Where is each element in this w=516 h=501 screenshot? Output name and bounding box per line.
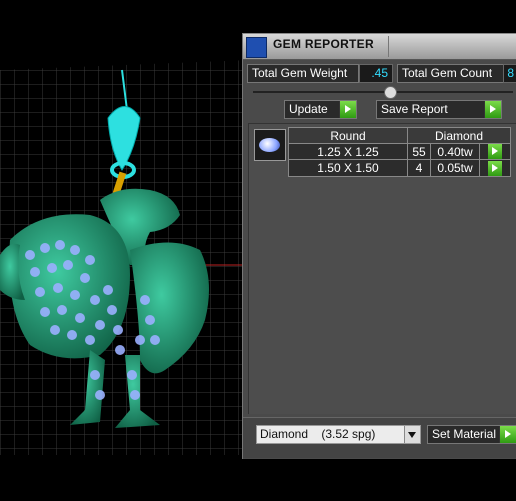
table-row[interactable]: 1.25 X 1.25 55 0.40tw	[288, 142, 511, 161]
play-arrow-icon	[339, 101, 356, 118]
gem-table: Round Diamond 1.25 X 1.25 55 0.40tw 1.50…	[288, 127, 511, 177]
update-button-label: Update	[289, 102, 328, 116]
chevron-down-icon[interactable]	[404, 426, 420, 443]
panel-title: GEM REPORTER	[273, 37, 374, 51]
row-select-cell[interactable]	[479, 142, 511, 161]
gem-table-header: Round Diamond	[288, 127, 511, 144]
total-gem-weight-value: .45	[359, 64, 393, 83]
row-select-cell[interactable]	[479, 159, 511, 177]
panel-splitter-handle[interactable]	[384, 86, 397, 99]
titlebar-divider	[388, 36, 389, 57]
gem-reporter-panel: GEM REPORTER Total Gem Weight .45 Total …	[242, 33, 516, 459]
play-arrow-icon[interactable]	[488, 144, 502, 160]
save-report-button[interactable]: Save Report	[376, 100, 502, 119]
total-gem-weight-label: Total Gem Weight	[247, 64, 359, 83]
gem-weight: 0.05tw	[430, 159, 480, 177]
panel-splitter-track	[253, 91, 513, 93]
gem-size: 1.25 X 1.25	[288, 142, 408, 161]
header-shape: Round	[288, 127, 408, 144]
gem-count: 55	[407, 142, 431, 161]
play-arrow-icon	[499, 426, 516, 443]
total-gem-count-value: 8	[503, 64, 516, 83]
set-material-button[interactable]: Set Material	[427, 425, 516, 444]
set-material-button-label: Set Material	[432, 427, 497, 441]
round-diamond-icon[interactable]	[254, 129, 286, 161]
stats-row: Total Gem Weight .45 Total Gem Count 8	[247, 64, 516, 84]
gem-reporter-icon	[246, 37, 267, 58]
update-button[interactable]: Update	[284, 100, 357, 119]
table-row[interactable]: 1.50 X 1.50 4 0.05tw	[288, 159, 511, 177]
total-gem-count-label: Total Gem Count	[397, 64, 504, 83]
panel-titlebar[interactable]: GEM REPORTER	[243, 34, 516, 60]
material-select-value: Diamond (3.52 spg)	[260, 427, 376, 441]
play-arrow-icon[interactable]	[488, 160, 502, 176]
material-select[interactable]: Diamond (3.52 spg)	[256, 425, 421, 444]
save-report-button-label: Save Report	[381, 102, 448, 116]
gem-count: 4	[407, 159, 431, 177]
gem-size: 1.50 X 1.50	[288, 159, 408, 177]
gem-weight: 0.40tw	[430, 142, 480, 161]
header-material: Diamond	[407, 127, 511, 144]
play-arrow-icon	[484, 101, 501, 118]
